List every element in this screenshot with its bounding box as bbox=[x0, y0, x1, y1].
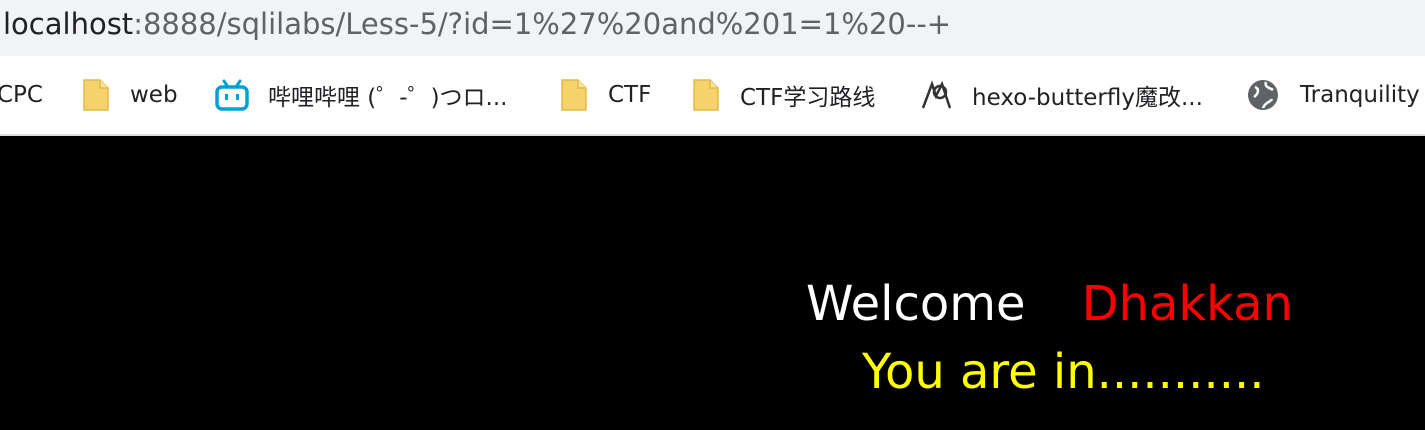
globe-icon bbox=[1246, 78, 1280, 112]
bookmark-web[interactable]: web bbox=[82, 56, 178, 134]
folder-icon bbox=[692, 78, 722, 112]
bookmark-hexo-butterfly[interactable]: hexo-butterfly魔改... bbox=[920, 56, 1203, 134]
bookmark-label: 哔哩哔哩 (゜-゜)つロ... bbox=[268, 85, 508, 111]
bookmark-cpc[interactable]: CPC bbox=[0, 56, 43, 134]
folder-icon bbox=[560, 78, 590, 112]
url-host: localhost bbox=[3, 7, 134, 41]
page-content: Welcome Dhakkan You are in........... bbox=[0, 136, 1425, 430]
bookmark-label: CTF学习路线 bbox=[740, 85, 876, 111]
bookmark-label: hexo-butterfly魔改... bbox=[972, 85, 1203, 111]
bookmark-ctf[interactable]: CTF bbox=[560, 56, 651, 134]
url-text[interactable]: localhost:8888/sqlilabs/Less-5/?id=1%27%… bbox=[3, 4, 951, 44]
bookmark-label: Tranquility bbox=[1300, 82, 1420, 108]
bookmark-label: web bbox=[130, 82, 178, 108]
user-name: Dhakkan bbox=[1081, 276, 1293, 332]
welcome-text: Welcome bbox=[806, 276, 1026, 332]
bookmark-tranquility[interactable]: Tranquility bbox=[1246, 56, 1420, 134]
bookmark-label: CTF bbox=[608, 82, 652, 108]
bilibili-icon bbox=[214, 78, 250, 112]
site-logo-icon bbox=[920, 78, 954, 112]
bookmarks-bar: CPC web 哔哩哔哩 (゜-゜)つロ... CTF CTF学习路线 hexo… bbox=[0, 56, 1425, 136]
bookmark-ctf-roadmap[interactable]: CTF学习路线 bbox=[692, 56, 875, 134]
url-path: :8888/sqlilabs/Less-5/?id=1%27%20and%201… bbox=[133, 7, 952, 41]
welcome-line: Welcome Dhakkan bbox=[806, 276, 1293, 332]
bookmark-label: CPC bbox=[0, 82, 43, 108]
folder-icon bbox=[82, 78, 112, 112]
login-status-text: You are in........... bbox=[862, 344, 1265, 400]
address-bar[interactable]: localhost:8888/sqlilabs/Less-5/?id=1%27%… bbox=[0, 0, 1425, 56]
bookmark-bilibili[interactable]: 哔哩哔哩 (゜-゜)つロ... bbox=[214, 56, 508, 134]
